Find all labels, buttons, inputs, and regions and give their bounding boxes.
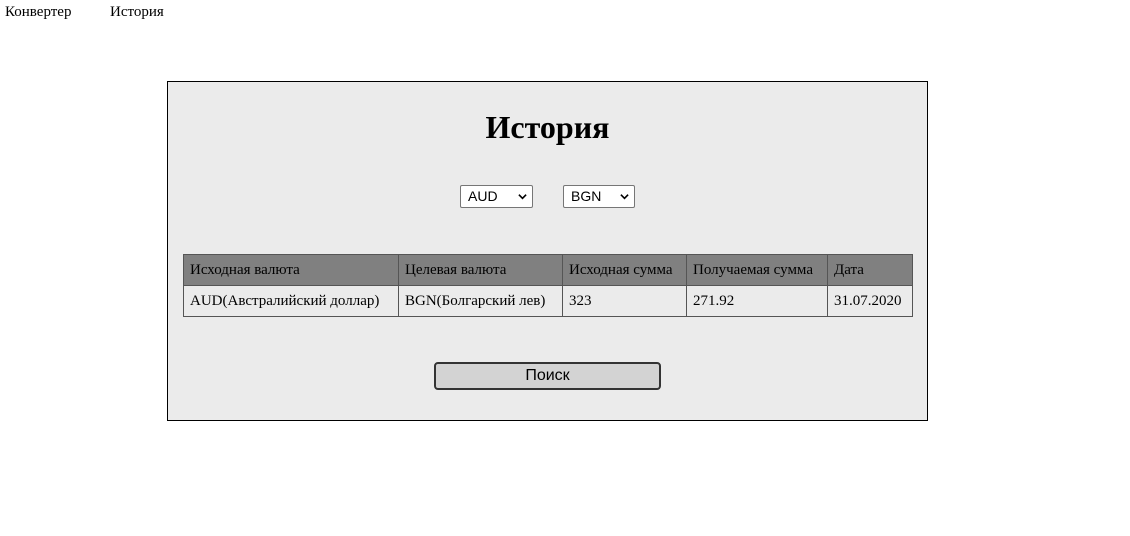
cell-source-currency: AUD(Австралийский доллар) (183, 285, 399, 317)
nav-link-converter[interactable]: Конвертер (5, 4, 71, 21)
history-panel: История AUD BGN Исходная валюта Целевая … (167, 81, 928, 421)
cell-received-amount: 271.92 (686, 285, 828, 317)
table-header-row: Исходная валюта Целевая валюта Исходная … (183, 254, 913, 286)
from-currency-value: AUD (468, 188, 498, 204)
header-source-currency: Исходная валюта (183, 254, 399, 286)
nav-link-history[interactable]: История (110, 4, 164, 21)
page-title: История (485, 109, 610, 145)
to-currency-select[interactable]: BGN (563, 185, 635, 208)
cell-date: 31.07.2020 (827, 285, 913, 317)
search-button[interactable]: Поиск (434, 362, 661, 390)
cell-source-amount: 323 (562, 285, 687, 317)
header-source-amount: Исходная сумма (562, 254, 687, 286)
chevron-down-icon (620, 194, 629, 200)
header-target-currency: Целевая валюта (398, 254, 563, 286)
header-date: Дата (827, 254, 913, 286)
header-received-amount: Получаемая сумма (686, 254, 828, 286)
cell-target-currency: BGN(Болгарский лев) (398, 285, 563, 317)
from-currency-select[interactable]: AUD (460, 185, 533, 208)
to-currency-value: BGN (571, 188, 602, 204)
history-table: Исходная валюта Целевая валюта Исходная … (183, 254, 913, 317)
chevron-down-icon (518, 194, 527, 200)
table-row: AUD(Австралийский доллар) BGN(Болгарский… (183, 285, 913, 317)
